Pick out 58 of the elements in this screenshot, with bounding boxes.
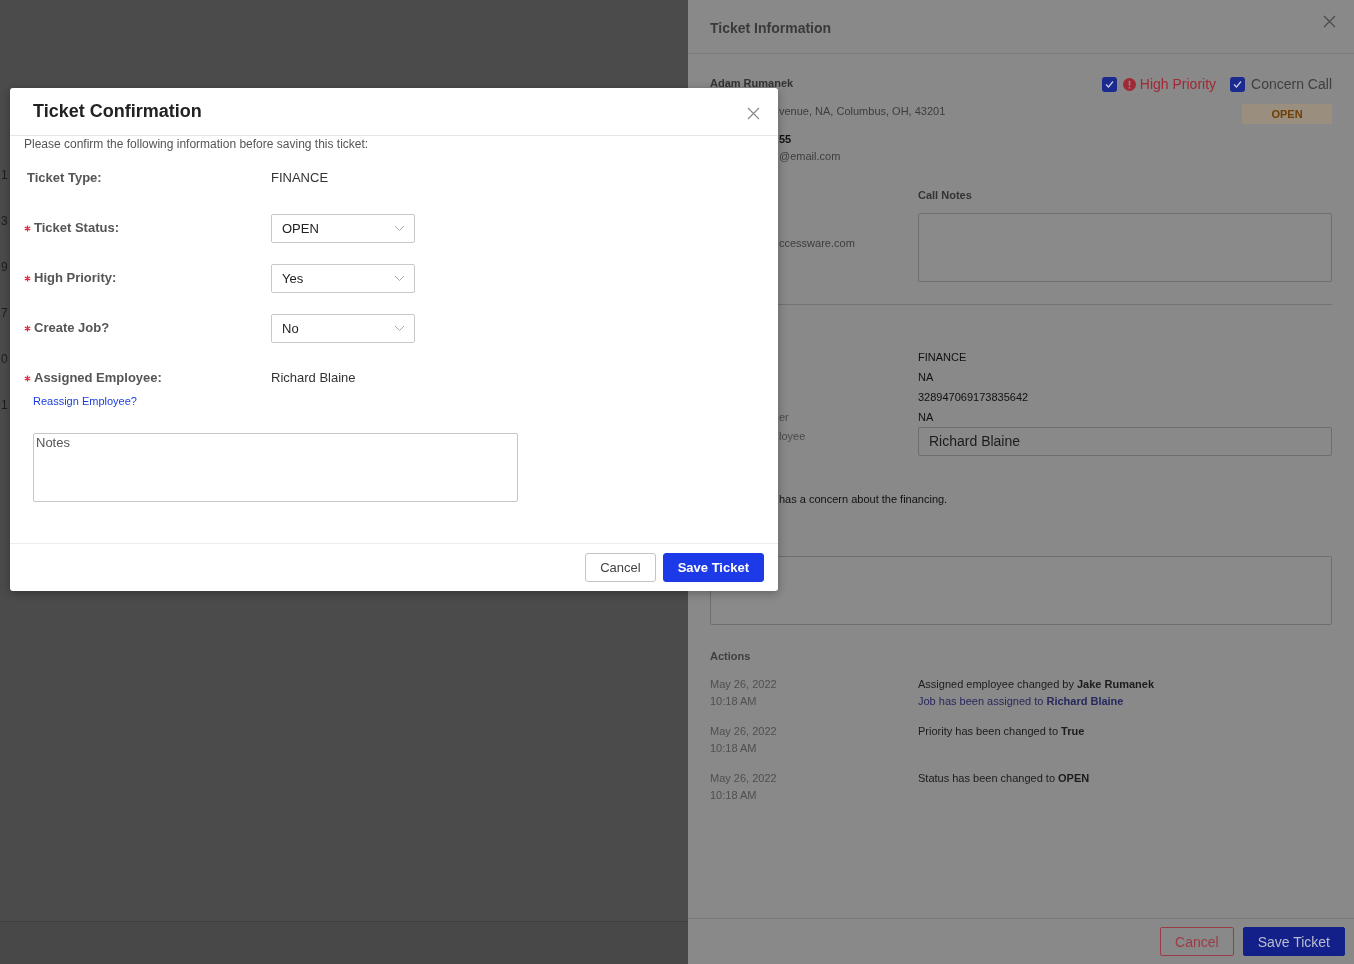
notes-field[interactable]: Notes <box>33 433 518 502</box>
customer-name: Adam Rumanek <box>710 76 794 90</box>
action-text: Priority has been changed to True <box>918 724 1085 739</box>
checkbox-label: Concern Call <box>1251 76 1332 92</box>
field-label: Create Job? <box>34 320 110 336</box>
field-label: Ticket Status: <box>34 220 119 236</box>
phone-text: 55 <box>779 132 792 146</box>
checkbox-label: High Priority <box>1139 76 1217 92</box>
close-button[interactable] <box>747 107 760 120</box>
section-title: Actions <box>710 649 751 663</box>
save-button[interactable]: Save Ticket <box>1242 927 1345 956</box>
field-value: 328947069173835642 <box>918 391 1029 403</box>
reassign-link[interactable]: Reassign Employee? <box>33 395 137 408</box>
save-button[interactable]: Save Ticket <box>662 553 764 582</box>
field-value: NA <box>918 411 934 423</box>
field-value: Richard Blaine <box>271 370 356 386</box>
website-text: ccessware.com <box>779 236 855 250</box>
cancel-button[interactable]: Cancel <box>585 553 656 582</box>
concern-text: has a concern about the financing. <box>779 492 948 506</box>
action-time: 10:18 AM <box>710 694 757 709</box>
chevron-down-icon <box>394 275 405 282</box>
address-text: venue, NA, Columbus, OH, 43201 <box>779 104 946 118</box>
checkbox[interactable] <box>1230 76 1246 92</box>
field-value: FINANCE <box>271 170 329 186</box>
notes-field[interactable] <box>710 556 1332 625</box>
field-label: Ticket Type: <box>27 170 102 186</box>
field-value: NA <box>918 371 934 383</box>
action-text: Status has been changed to OPEN <box>918 771 1090 786</box>
drawer-title: Ticket Information <box>710 19 832 36</box>
action-date: May 26, 2022 <box>710 771 777 786</box>
action-date: May 26, 2022 <box>710 724 777 739</box>
action-text: Assigned employee changed by Jake Rumanek <box>918 677 1155 692</box>
check-icon <box>1103 78 1115 90</box>
field-label: High Priority: <box>34 270 117 286</box>
checkbox[interactable] <box>1101 76 1117 92</box>
action-time: 10:18 AM <box>710 741 757 756</box>
dropdown[interactable]: No <box>271 314 415 343</box>
field-label: er <box>779 411 789 423</box>
close-button[interactable] <box>1323 15 1336 28</box>
chevron-down-icon <box>394 325 405 332</box>
status-badge: OPEN <box>1242 104 1332 124</box>
field-label: Assigned Employee: <box>34 370 162 386</box>
dialog-title: Ticket Confirmation <box>33 101 202 122</box>
field-value: FINANCE <box>918 351 967 363</box>
alert-icon <box>1122 77 1136 91</box>
intro-text: Please confirm the following information before saving this ticket: <box>24 137 369 151</box>
action-time: 10:18 AM <box>710 788 757 803</box>
check-icon <box>1232 78 1244 90</box>
call-notes-field[interactable] <box>918 213 1332 282</box>
field-label: Call Notes <box>918 188 973 202</box>
chevron-down-icon <box>394 225 405 232</box>
field-label: loyee <box>779 429 806 443</box>
dropdown[interactable]: OPEN <box>271 214 415 243</box>
employee-field[interactable]: Richard Blaine <box>918 427 1332 456</box>
email-text: @email.com <box>779 149 841 163</box>
action-date: May 26, 2022 <box>710 677 777 692</box>
action-text: Job has been assigned to Richard Blaine <box>918 694 1124 709</box>
dropdown[interactable]: Yes <box>271 264 415 293</box>
